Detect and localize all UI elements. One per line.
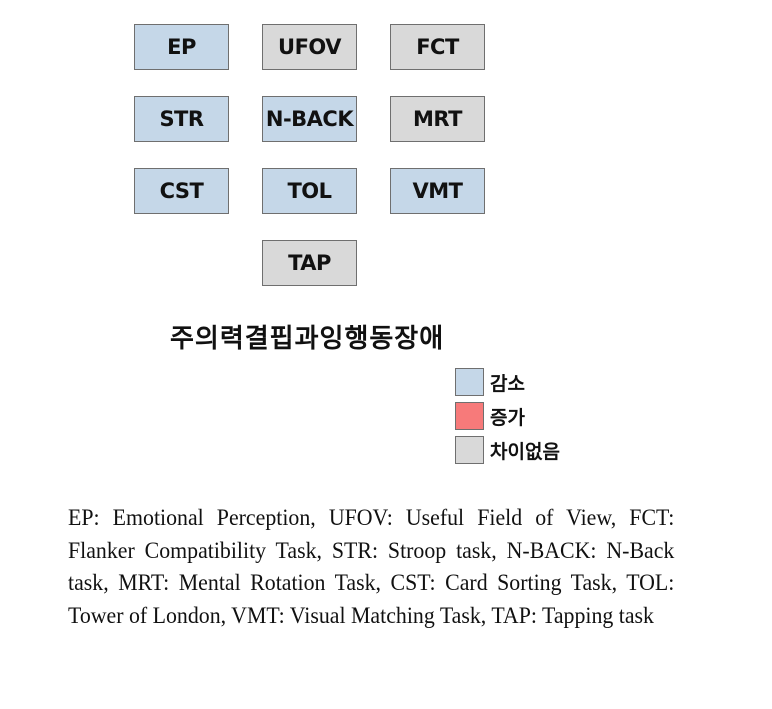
legend: 감소 증가 차이없음 — [455, 365, 560, 467]
diagram-title: 주의력결핍과잉행동장애 — [170, 324, 445, 354]
box-str: STR — [134, 96, 229, 142]
legend-label-decrease: 감소 — [490, 372, 525, 395]
box-mrt: MRT — [390, 96, 485, 142]
box-tap: TAP — [262, 240, 357, 286]
legend-label-nodiff: 차이없음 — [490, 440, 560, 463]
legend-item-increase: 증가 — [455, 399, 560, 433]
legend-swatch-nodiff — [455, 436, 484, 464]
caption: EP: Emotional Perception, UFOV: Useful F… — [68, 505, 675, 630]
box-cst: CST — [134, 168, 229, 214]
legend-swatch-decrease — [455, 368, 484, 396]
legend-swatch-increase — [455, 402, 484, 430]
box-ufov: UFOV — [262, 24, 357, 70]
box-vmt: VMT — [390, 168, 485, 214]
legend-item-decrease: 감소 — [455, 365, 560, 399]
box-tol: TOL — [262, 168, 357, 214]
box-ep: EP — [134, 24, 229, 70]
legend-item-nodiff: 차이없음 — [455, 433, 560, 467]
box-fct: FCT — [390, 24, 485, 70]
legend-label-increase: 증가 — [490, 406, 525, 429]
box-n-back: N-BACK — [262, 96, 357, 142]
